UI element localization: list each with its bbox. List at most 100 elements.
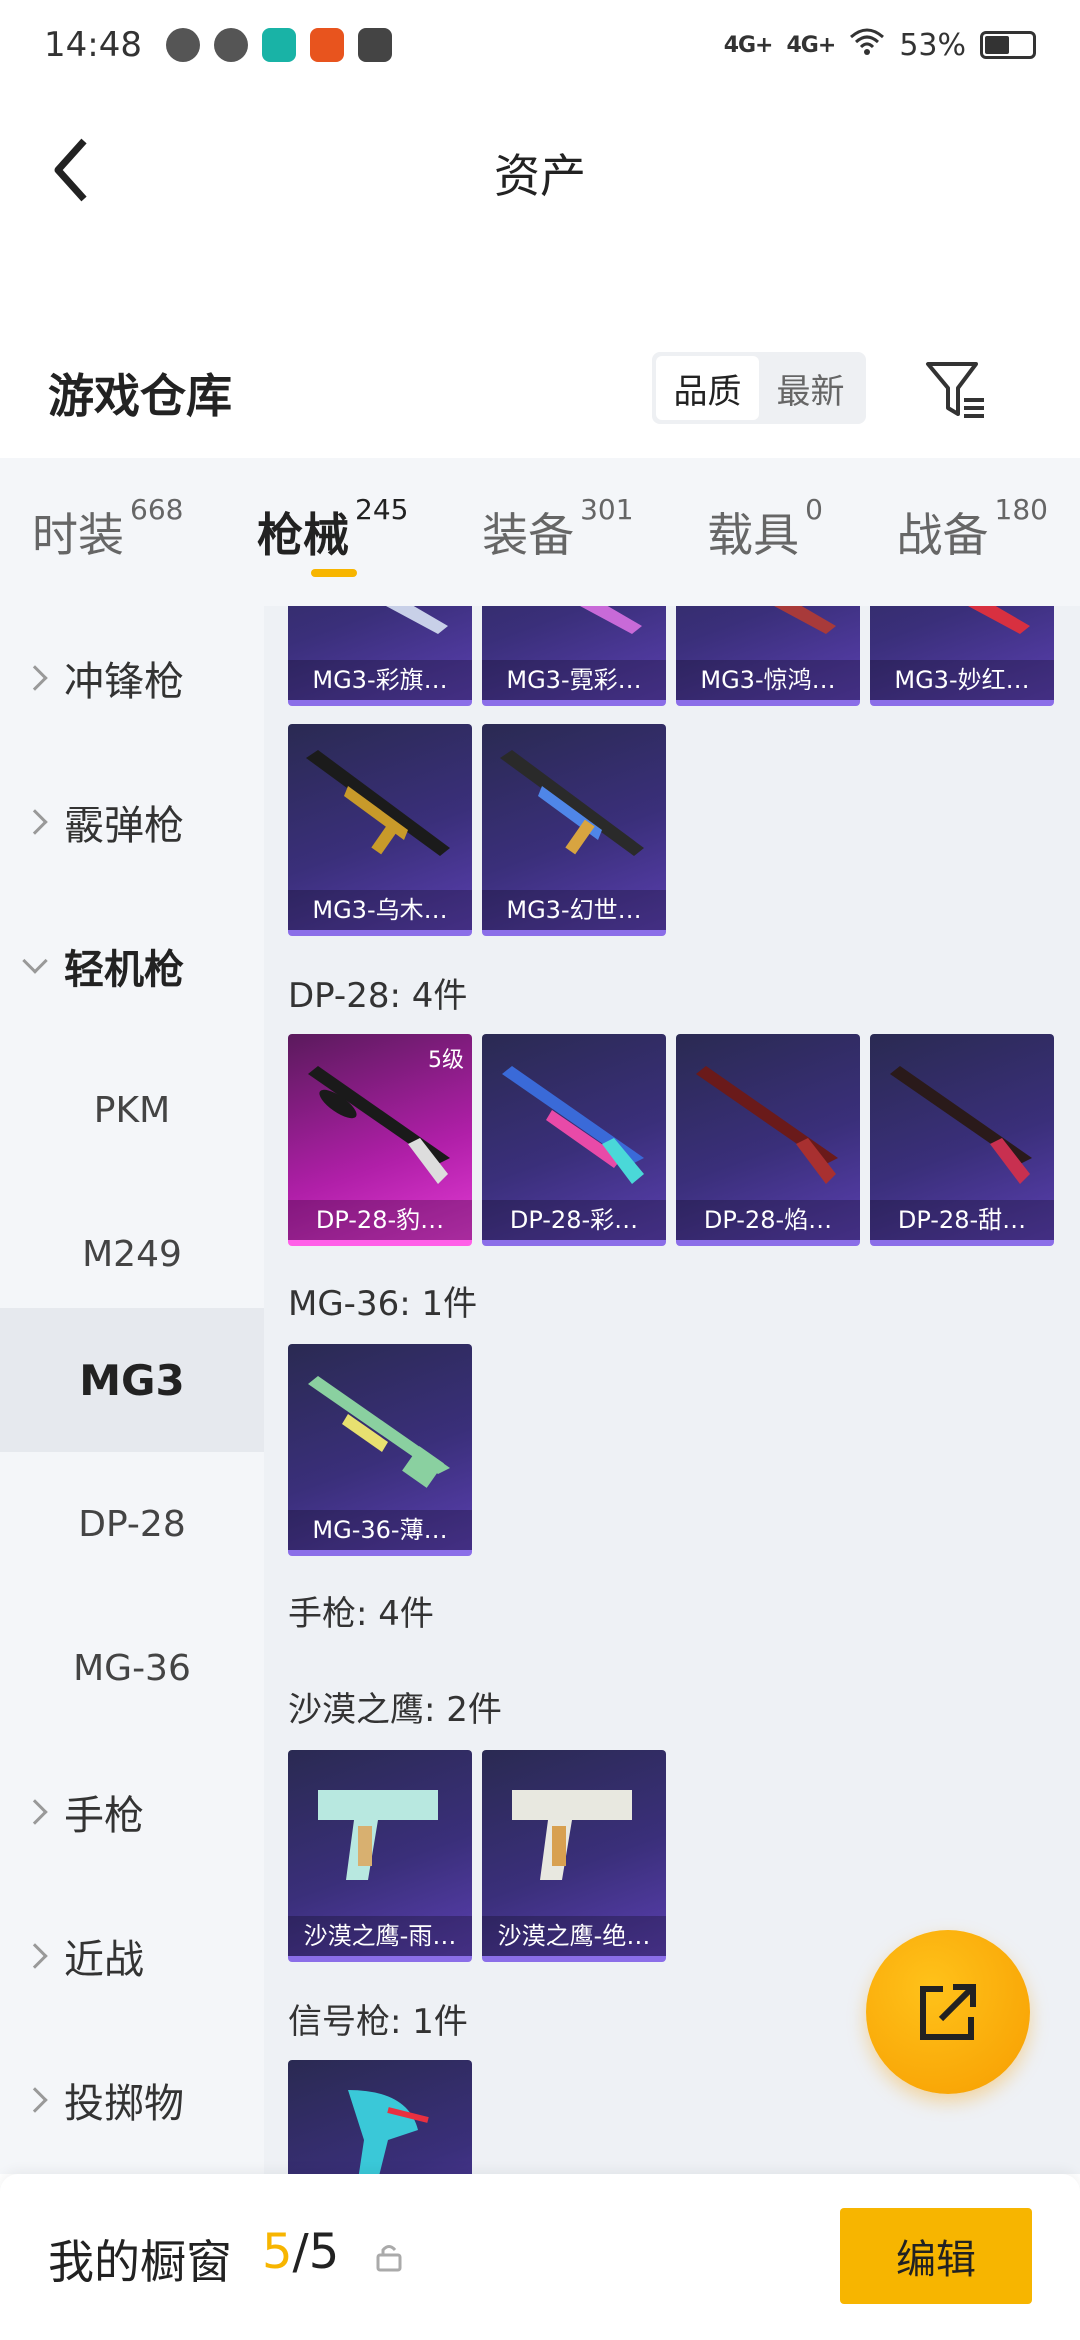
tab-supplies[interactable]: 战备 180 (896, 493, 1048, 565)
chevron-right-icon (22, 665, 48, 691)
tab-vehicles[interactable]: 载具 0 (707, 493, 823, 565)
item-level-badge: 5级 (428, 1048, 464, 1073)
sidebar-item-mg36[interactable]: MG-36 (0, 1596, 264, 1740)
sidebar-item-pistol[interactable]: 手枪 (0, 1740, 264, 1884)
tab-count: 0 (805, 493, 823, 526)
showcase-bar: 我的橱窗 5/5 编辑 (0, 2174, 1080, 2340)
pistol-skin-icon (512, 1790, 632, 1880)
signal-icon: 4G+ (723, 32, 774, 58)
item-name: MG3-妙红… (870, 660, 1054, 700)
tab-count: 180 (994, 493, 1048, 526)
app-icon (213, 28, 248, 62)
tab-label: 时装 (32, 508, 124, 562)
item-card[interactable]: DP-28-甜… (870, 1034, 1054, 1246)
item-card[interactable]: DP-28-焰… (676, 1034, 860, 1246)
item-card[interactable]: MG3-幻世… (482, 724, 666, 936)
sidebar-item-label: 投掷物 (64, 2081, 184, 2127)
sidebar-item-pkm[interactable]: PKM (0, 1038, 264, 1182)
battery-percent: 53% (899, 27, 966, 63)
item-card[interactable]: 沙漠之鹰-绝… (482, 1750, 666, 1962)
lmg-skin-icon (580, 606, 642, 634)
category-tabs: 时装 668 枪械 245 装备 301 载具 0 战备 180 (0, 458, 1080, 606)
item-card[interactable] (288, 2060, 472, 2174)
tab-count: 668 (130, 493, 184, 526)
item-name: DP-28-甜… (870, 1200, 1054, 1240)
item-name: MG3-乌木… (288, 890, 472, 930)
sort-toggle: 品质 最新 (652, 352, 866, 424)
item-name: 沙漠之鹰-雨… (288, 1916, 472, 1956)
sidebar-item-m249[interactable]: M249 (0, 1182, 264, 1326)
section-title-deagle: 沙漠之鹰: 2件 (288, 1690, 502, 1730)
sidebar-item-smg[interactable]: 冲锋枪 (0, 606, 264, 750)
sort-newest-button[interactable]: 最新 (759, 356, 862, 420)
section-title-pistol: 手枪: 4件 (288, 1594, 434, 1634)
showcase-count: 5/5 (262, 2224, 339, 2280)
showcase-label: 我的橱窗 (48, 2235, 232, 2289)
wechat-icon (165, 28, 200, 62)
lmg-skin-icon (774, 606, 836, 634)
tab-count: 301 (580, 493, 634, 526)
top-nav: 资产 (0, 90, 1080, 250)
edit-button[interactable]: 编辑 (840, 2208, 1032, 2304)
item-card[interactable]: 沙漠之鹰-雨… (288, 1750, 472, 1962)
tab-equipment[interactable]: 装备 301 (482, 493, 633, 565)
item-card[interactable]: MG3-惊鸿… (676, 606, 860, 706)
lock-icon (376, 2245, 402, 2272)
tab-guns[interactable]: 枪械 245 (257, 493, 408, 577)
chevron-right-icon (22, 2087, 48, 2113)
sidebar-item-lmg[interactable]: 轻机枪 (0, 894, 264, 1038)
tab-label: 战备 (896, 508, 989, 562)
sidebar-item-label: 霰弹枪 (64, 803, 184, 849)
warehouse-title: 游戏仓库 (48, 369, 232, 423)
chevron-right-icon (22, 809, 48, 835)
item-card[interactable]: 5级 DP-28-豹… (288, 1034, 472, 1246)
item-name: MG3-霓彩… (482, 660, 666, 700)
tab-label: 载具 (707, 508, 800, 562)
lmg-skin-icon (500, 750, 644, 856)
item-card[interactable]: MG3-霓彩… (482, 606, 666, 706)
item-card[interactable]: DP-28-彩… (482, 1034, 666, 1246)
showcase-count-total: /5 (292, 2224, 340, 2280)
tab-label: 枪械 (257, 508, 350, 562)
sort-quality-button[interactable]: 品质 (656, 356, 759, 420)
lmg-skin-icon (306, 750, 450, 856)
filter-button[interactable] (924, 358, 988, 422)
chevron-right-icon (22, 1943, 48, 1969)
item-card[interactable]: MG3-妙红… (870, 606, 1054, 706)
status-time: 14:48 (44, 25, 142, 65)
filter-icon (926, 362, 984, 418)
share-button[interactable] (866, 1930, 1030, 2094)
sidebar-item-throwable[interactable]: 投掷物 (0, 2028, 264, 2172)
item-name: MG3-幻世… (482, 890, 666, 930)
item-card[interactable]: MG3-彩旗… (288, 606, 472, 706)
lmg-skin-icon (386, 606, 448, 634)
tab-label: 装备 (482, 508, 575, 562)
wifi-icon (849, 27, 885, 63)
sidebar-item-melee[interactable]: 近战 (0, 1884, 264, 2028)
item-name: MG3-惊鸿… (676, 660, 860, 700)
signal-icon-2: 4G+ (786, 32, 837, 58)
sidebar-item-mg3[interactable]: MG3 (0, 1308, 264, 1452)
battery-icon (980, 31, 1036, 59)
item-name: MG-36-薄… (288, 1510, 472, 1550)
chevron-down-icon (22, 948, 48, 974)
showcase-count-current: 5 (262, 2224, 293, 2280)
sidebar-item-shotgun[interactable]: 霰弹枪 (0, 750, 264, 894)
item-name: MG3-彩旗… (288, 660, 472, 700)
lmg-skin-icon (696, 1066, 838, 1184)
item-card[interactable]: MG-36-薄… (288, 1344, 472, 1556)
warehouse-header: 游戏仓库 品质 最新 (0, 330, 1080, 450)
section-title-mg36: MG-36: 1件 (288, 1284, 478, 1324)
lmg-skin-icon (890, 1066, 1032, 1184)
item-name: DP-28-彩… (482, 1200, 666, 1240)
share-icon (920, 1984, 976, 2040)
sidebar-item-dp28[interactable]: DP-28 (0, 1452, 264, 1596)
notification-icons (165, 28, 392, 62)
section-title-dp28: DP-28: 4件 (288, 976, 468, 1016)
page-title: 资产 (494, 149, 586, 203)
sidebar-item-label: 冲锋枪 (64, 659, 184, 705)
tab-fashion[interactable]: 时装 668 (32, 493, 183, 565)
tab-count: 245 (355, 493, 409, 526)
item-name: DP-28-豹… (288, 1200, 472, 1240)
item-card[interactable]: MG3-乌木… (288, 724, 472, 936)
